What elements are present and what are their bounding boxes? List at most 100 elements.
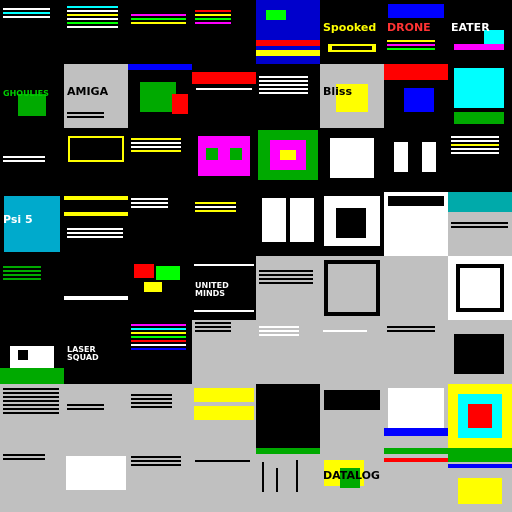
thumbnail-graphic [256, 50, 320, 56]
thumbnail-tile[interactable] [320, 384, 384, 448]
thumbnail-title: LASER SQUAD [67, 345, 99, 362]
thumbnail-tile[interactable] [128, 384, 192, 448]
thumbnail-tile[interactable] [256, 0, 320, 64]
thumbnail-tile[interactable] [320, 256, 384, 320]
thumbnail-graphic [234, 388, 254, 402]
thumbnail-tile[interactable] [192, 192, 256, 256]
thumbnail-tile[interactable] [320, 192, 384, 256]
thumbnail-graphic [448, 192, 512, 212]
thumbnail-title: DATALOG [323, 469, 380, 482]
thumbnail-tile[interactable] [448, 320, 512, 384]
thumbnail-tile[interactable] [256, 128, 320, 192]
thumbnail-tile[interactable] [448, 128, 512, 192]
thumbnail-tile[interactable]: LASER SQUAD [64, 320, 128, 384]
thumbnail-tile[interactable] [128, 128, 192, 192]
thumbnail-text-lines [195, 322, 253, 334]
thumbnail-tile[interactable] [448, 192, 512, 256]
thumbnail-tile[interactable] [0, 256, 64, 320]
thumbnail-graphic [214, 388, 234, 402]
thumbnail-tile[interactable] [128, 64, 192, 128]
thumbnail-tile[interactable] [320, 320, 384, 384]
thumbnail-tile[interactable] [64, 384, 128, 448]
thumbnail-tile[interactable] [64, 128, 128, 192]
thumbnail-tile[interactable] [64, 192, 128, 256]
thumbnail-graphic [70, 138, 122, 160]
thumbnail-tile[interactable] [448, 384, 512, 448]
thumbnail-tile[interactable] [256, 448, 320, 512]
thumbnail-tile[interactable]: Bliss [320, 64, 384, 128]
thumbnail-text-lines [67, 6, 125, 30]
thumbnail-tile[interactable] [64, 256, 128, 320]
thumbnail-tile[interactable] [0, 320, 64, 384]
thumbnail-tile[interactable] [448, 256, 512, 320]
thumbnail-tile[interactable] [0, 384, 64, 448]
thumbnail-graphic [454, 334, 504, 374]
thumbnail-graphic [256, 40, 320, 46]
thumbnail-tile[interactable] [384, 192, 448, 256]
thumbnail-tile[interactable] [384, 64, 448, 128]
thumbnail-tile[interactable] [128, 0, 192, 64]
thumbnail-graphic [234, 406, 254, 420]
thumbnail-graphic [448, 464, 512, 468]
thumbnail-tile[interactable]: DRONE [384, 0, 448, 64]
thumbnail-graphic [266, 10, 286, 20]
thumbnail-text-lines [387, 326, 445, 334]
thumbnail-tile[interactable] [0, 128, 64, 192]
thumbnail-tile[interactable] [384, 256, 448, 320]
thumbnail-tile[interactable] [384, 128, 448, 192]
thumbnail-tile[interactable] [256, 384, 320, 448]
thumbnail-tile[interactable] [320, 128, 384, 192]
thumbnail-tile[interactable] [128, 256, 192, 320]
thumbnail-graphic [256, 448, 320, 454]
thumbnail-text-lines [3, 8, 61, 20]
thumbnail-tile[interactable] [192, 320, 256, 384]
thumbnail-graphic [64, 296, 128, 300]
thumbnail-graphic [460, 268, 500, 308]
thumbnail-graphic [290, 198, 314, 242]
thumbnail-graphic [384, 458, 448, 462]
thumbnail-text-lines [451, 136, 509, 156]
thumbnail-tile[interactable] [256, 256, 320, 320]
thumbnail-graphic [262, 198, 286, 242]
thumbnail-tile[interactable] [384, 384, 448, 448]
thumbnail-tile[interactable]: UNITED MINDS [192, 256, 256, 320]
thumbnail-tile[interactable] [192, 448, 256, 512]
thumbnail-text-lines [67, 228, 125, 240]
thumbnail-tile[interactable] [192, 384, 256, 448]
thumbnail-tile[interactable] [256, 64, 320, 128]
thumbnail-graphic [144, 282, 162, 292]
thumbnail-tile[interactable] [128, 320, 192, 384]
thumbnail-tile[interactable] [128, 448, 192, 512]
thumbnail-tile[interactable]: Spooked [320, 0, 384, 64]
thumbnail-graphic [384, 448, 448, 454]
thumbnail-graphic [330, 138, 374, 178]
thumbnail-tile[interactable] [192, 0, 256, 64]
thumbnail-tile[interactable] [0, 0, 64, 64]
thumbnail-tile[interactable] [256, 320, 320, 384]
thumbnail-tile[interactable] [384, 448, 448, 512]
thumbnail-graphic [172, 94, 188, 114]
thumbnail-tile[interactable] [192, 64, 256, 128]
thumbnail-graphic [458, 478, 502, 504]
thumbnail-tile[interactable]: EATER [448, 0, 512, 64]
thumbnail-tile[interactable]: AMIGA [64, 64, 128, 128]
thumbnail-graphic [64, 212, 128, 216]
thumbnail-tile[interactable] [192, 128, 256, 192]
thumbnail-title: GHOULIES [3, 89, 49, 98]
thumbnail-tile[interactable] [128, 192, 192, 256]
thumbnail-tile[interactable] [64, 448, 128, 512]
thumbnail-tile[interactable] [384, 320, 448, 384]
thumbnail-graphic [324, 390, 380, 410]
thumbnail-text-lines [259, 326, 317, 338]
thumbnail-tile[interactable]: Psi 5 [0, 192, 64, 256]
thumbnail-tile[interactable]: GHOULIES [0, 64, 64, 128]
thumbnail-tile[interactable] [448, 448, 512, 512]
thumbnail-tile[interactable]: DATALOG [320, 448, 384, 512]
thumbnail-graphic [384, 256, 448, 320]
thumbnail-title: Bliss [323, 85, 353, 98]
thumbnail-tile[interactable] [0, 448, 64, 512]
thumbnail-tile[interactable] [256, 192, 320, 256]
thumbnail-tile[interactable] [448, 64, 512, 128]
thumbnail-tile[interactable] [64, 0, 128, 64]
thumbnail-graphic [230, 148, 242, 160]
